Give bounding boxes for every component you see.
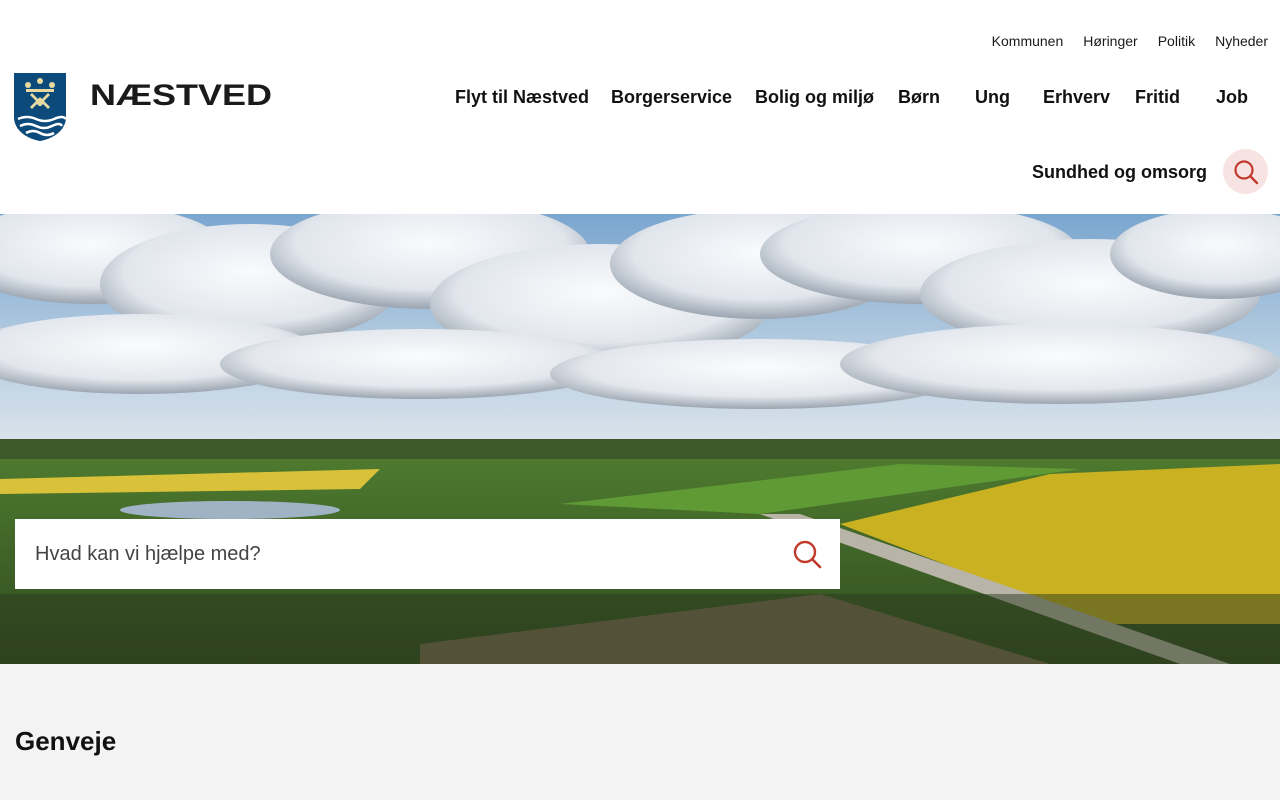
util-link-nyheder[interactable]: Nyheder <box>1215 32 1268 50</box>
util-link-politik[interactable]: Politik <box>1158 32 1195 50</box>
shortcuts-title: Genveje <box>15 726 117 756</box>
util-link-kommunen[interactable]: Kommunen <box>992 32 1064 50</box>
hero-banner <box>0 214 1280 664</box>
search-icon[interactable] <box>792 539 822 569</box>
nav-bolig-og-miljo[interactable]: Bolig og miljø <box>755 86 874 108</box>
utility-nav: Kommunen Høringer Politik Nyheder <box>992 32 1268 50</box>
nav-flyt-til-naestved[interactable]: Flyt til Næstved <box>455 86 589 108</box>
nav-born[interactable]: Børn <box>898 86 940 108</box>
nav-job[interactable]: Job <box>1216 86 1248 108</box>
util-link-horinger[interactable]: Høringer <box>1083 32 1137 50</box>
nav-erhverv[interactable]: Erhverv <box>1043 86 1110 108</box>
hero-search-input[interactable] <box>15 519 775 589</box>
search-icon <box>1233 159 1258 184</box>
nav-borgerservice[interactable]: Borgerservice <box>611 86 732 108</box>
hero-search <box>15 519 840 589</box>
site-header: Kommunen Høringer Politik Nyheder NÆSTVE… <box>0 0 1280 214</box>
nav-sundhed-og-omsorg[interactable]: Sundhed og omsorg <box>1032 161 1207 183</box>
nav-fritid[interactable]: Fritid <box>1135 86 1180 108</box>
main-nav: Flyt til Næstved Borgerservice Bolig og … <box>0 86 1280 110</box>
nav-ung[interactable]: Ung <box>975 86 1010 108</box>
shortcuts-section: Genveje <box>0 664 1280 800</box>
header-search-button[interactable] <box>1223 149 1268 194</box>
landscape-image <box>0 214 1280 664</box>
